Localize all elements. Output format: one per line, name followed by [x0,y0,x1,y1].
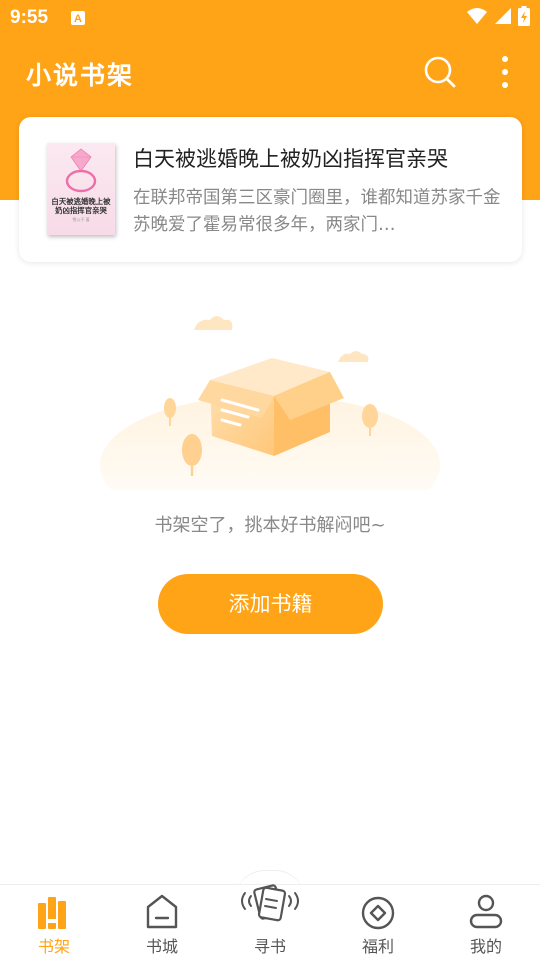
store-icon [146,894,178,929]
more-options-button[interactable] [490,52,520,92]
nav-label-bookshelf: 书架 [37,937,70,956]
page-title: 小说书架 [26,61,135,90]
cover-author: 雪公子 著 [72,217,90,222]
status-bar: 9:55 A [0,0,540,36]
nav-item-bookshelf[interactable]: 书架 [0,885,108,960]
status-indicators [466,6,530,26]
book-cover: 白天被逃婚晚上被奶凶指挥官亲哭 雪公子 著 [47,143,115,235]
notification-app-icon: A [71,11,85,25]
nav-item-find-book[interactable]: 寻书 [216,884,324,960]
search-button[interactable] [420,52,460,92]
wifi-icon [467,8,487,24]
profile-icon [469,894,503,929]
nav-item-welfare[interactable]: 福利 [324,885,432,960]
nav-label-welfare: 福利 [361,937,394,956]
more-vertical-icon [502,56,508,88]
nav-item-profile[interactable]: 我的 [432,885,540,960]
nav-label-store: 书城 [145,937,178,956]
find-book-icon [241,884,299,922]
nav-label-profile: 我的 [469,937,502,956]
cover-title: 白天被逃婚晚上被奶凶指挥官亲哭 [51,197,111,215]
book-title: 白天被逃婚晚上被奶凶指挥官亲哭 [133,147,448,171]
search-icon [424,56,456,88]
app-bar: 小说书架 [0,40,540,108]
svg-text:A: A [74,13,82,25]
empty-shelf-message: 书架空了，挑本好书解闷吧~ [154,515,386,536]
coin-icon [361,896,395,930]
diamond-ring-icon [65,148,97,193]
battery-charging-icon [518,6,530,26]
bottom-navigation: 书架 书城 寻书 福利 我的 [0,884,540,960]
add-books-button[interactable]: 添加书籍 [158,574,383,634]
nav-label-find-book: 寻书 [253,937,286,956]
status-time: 9:55 [10,7,49,28]
empty-box-illustration [100,316,440,490]
nav-item-store[interactable]: 书城 [108,885,216,960]
cellular-signal-icon [495,8,511,24]
book-description: 在联邦帝国第三区豪门圈里，谁都知道苏家千金苏晚爱了霍易常很多年，两家门… [133,188,501,235]
recommended-book-card[interactable]: 白天被逃婚晚上被奶凶指挥官亲哭 雪公子 著 白天被逃婚晚上被奶凶指挥官亲哭 在联… [19,117,522,262]
bookshelf-icon [38,897,66,929]
